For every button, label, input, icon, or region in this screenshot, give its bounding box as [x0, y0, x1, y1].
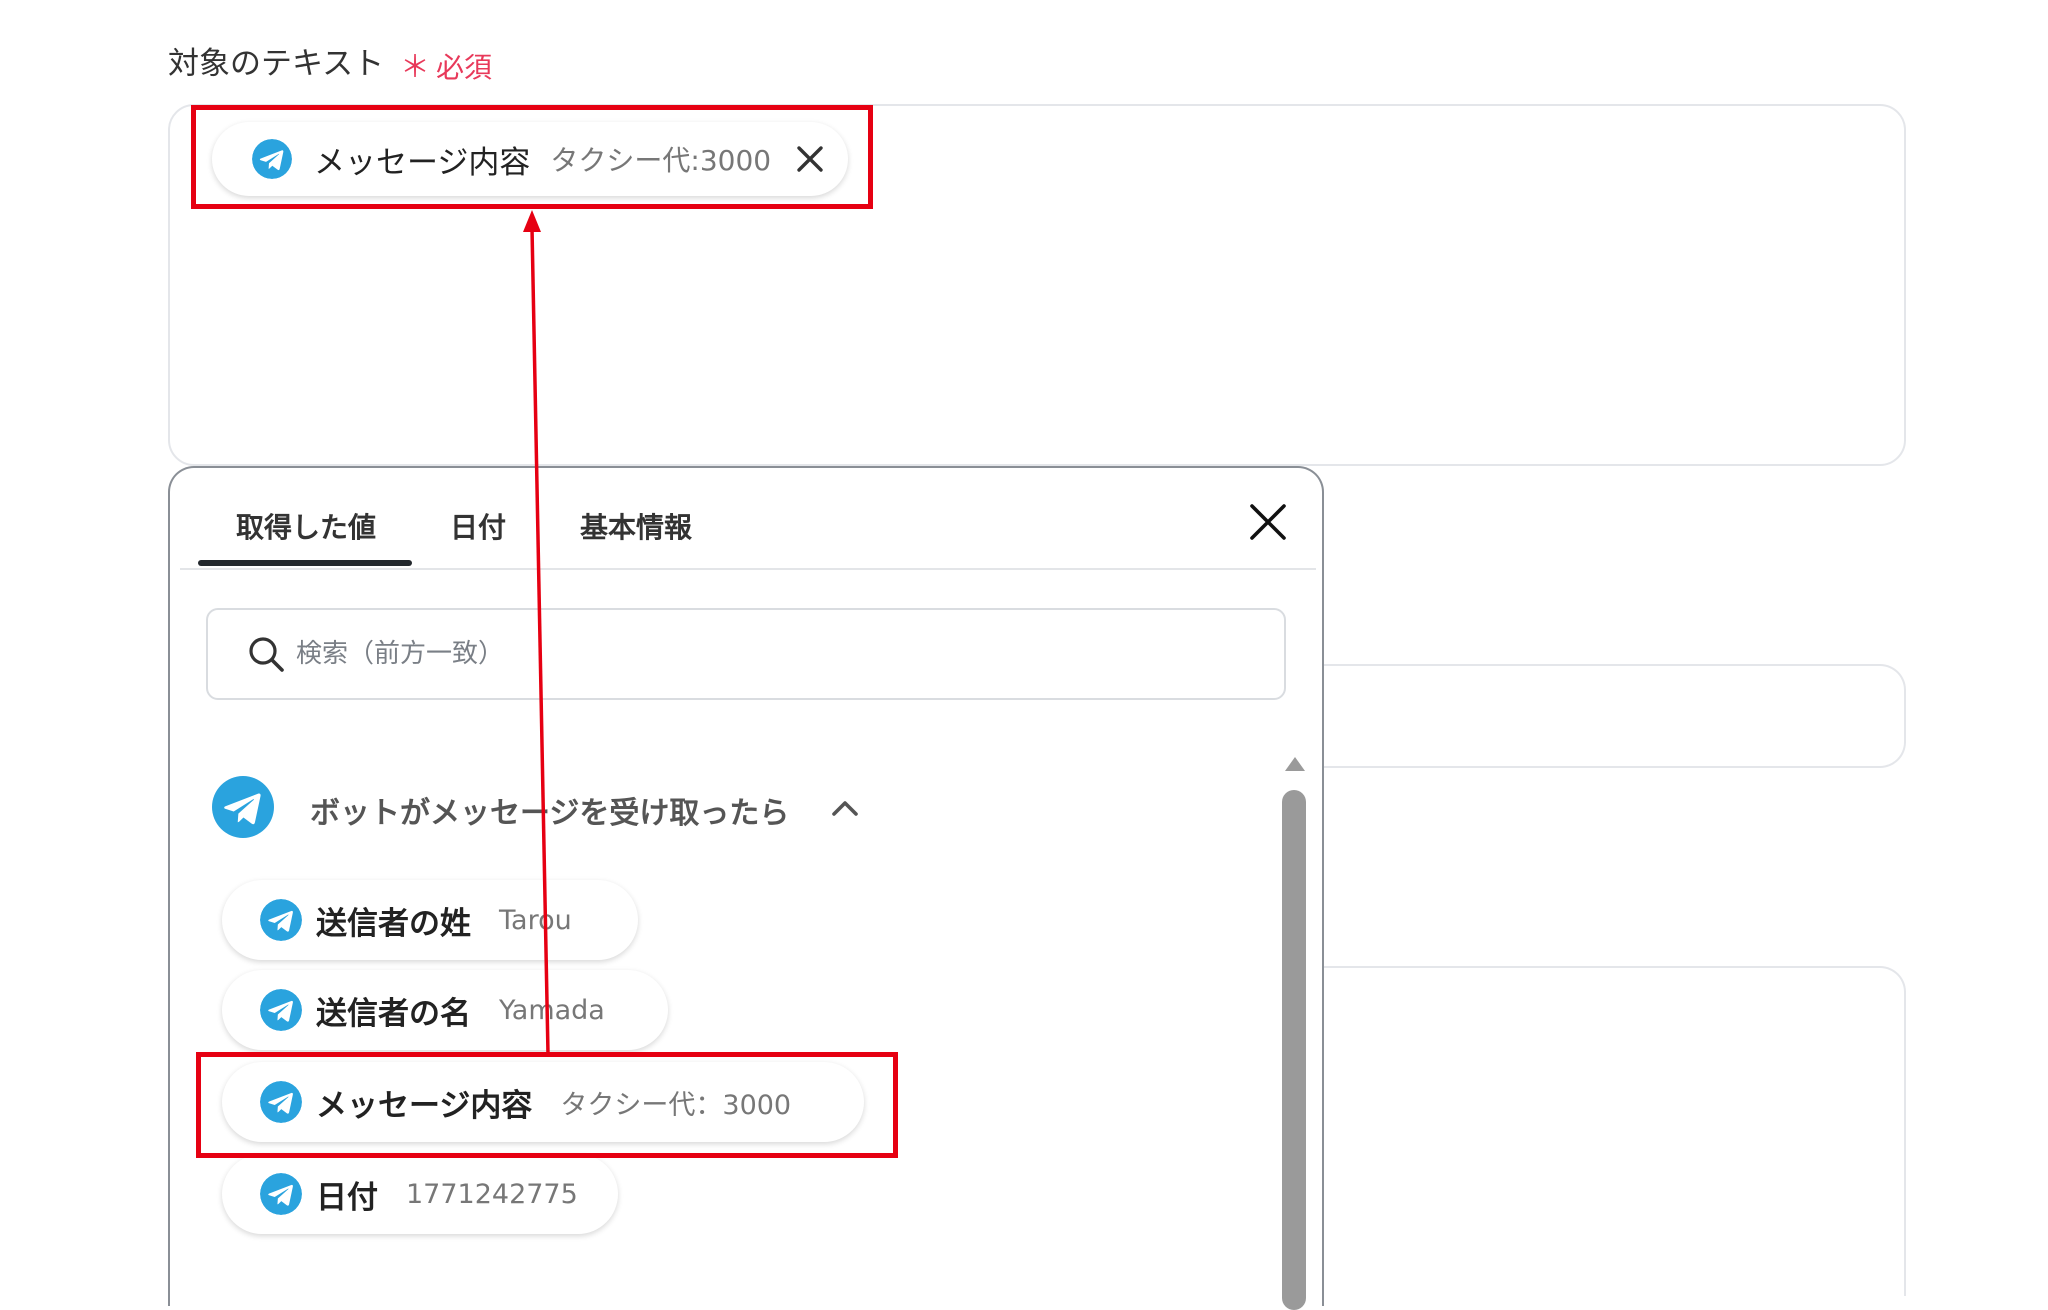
tab-divider [180, 568, 1316, 570]
trigger-group-title[interactable]: ボットがメッセージを受け取ったら [310, 788, 789, 832]
telegram-icon [260, 989, 302, 1031]
tab-date[interactable]: 日付 [450, 506, 506, 546]
search-input[interactable] [294, 628, 1194, 680]
value-item-date[interactable]: 日付 1771242775 [222, 1154, 618, 1234]
item-value: 1771242775 [406, 1178, 578, 1210]
highlight-box-source-item [196, 1052, 898, 1158]
required-asterisk: ＊ [400, 50, 430, 85]
background-field-1 [1300, 664, 1906, 768]
item-value: Yamada [499, 994, 605, 1026]
item-label: 送信者の姓 [316, 905, 471, 942]
required-badge: ＊必須 [400, 42, 492, 86]
scrollbar-thumb[interactable] [1282, 790, 1306, 1310]
telegram-icon [260, 1173, 302, 1215]
telegram-icon [260, 899, 302, 941]
panel-close-icon[interactable] [1248, 502, 1288, 542]
chevron-up-icon[interactable] [830, 798, 860, 818]
item-value: Tarou [499, 904, 572, 936]
highlight-box-inserted-value [191, 105, 873, 209]
field-label: 対象のテキスト [168, 46, 385, 82]
required-text: 必須 [436, 51, 493, 84]
item-label: 日付 [316, 1179, 378, 1216]
telegram-icon [212, 776, 274, 838]
value-item-sender-last-name[interactable]: 送信者の姓 Tarou [222, 880, 638, 960]
tab-acquired-values[interactable]: 取得した値 [236, 506, 376, 546]
tab-basic-info[interactable]: 基本情報 [580, 506, 692, 546]
value-item-sender-first-name[interactable]: 送信者の名 Yamada [222, 970, 668, 1050]
item-label: 送信者の名 [316, 995, 471, 1032]
background-field-2 [1300, 966, 1906, 1296]
active-tab-indicator [198, 560, 412, 566]
scroll-up-arrow-icon[interactable] [1284, 756, 1306, 772]
search-icon [249, 637, 284, 672]
